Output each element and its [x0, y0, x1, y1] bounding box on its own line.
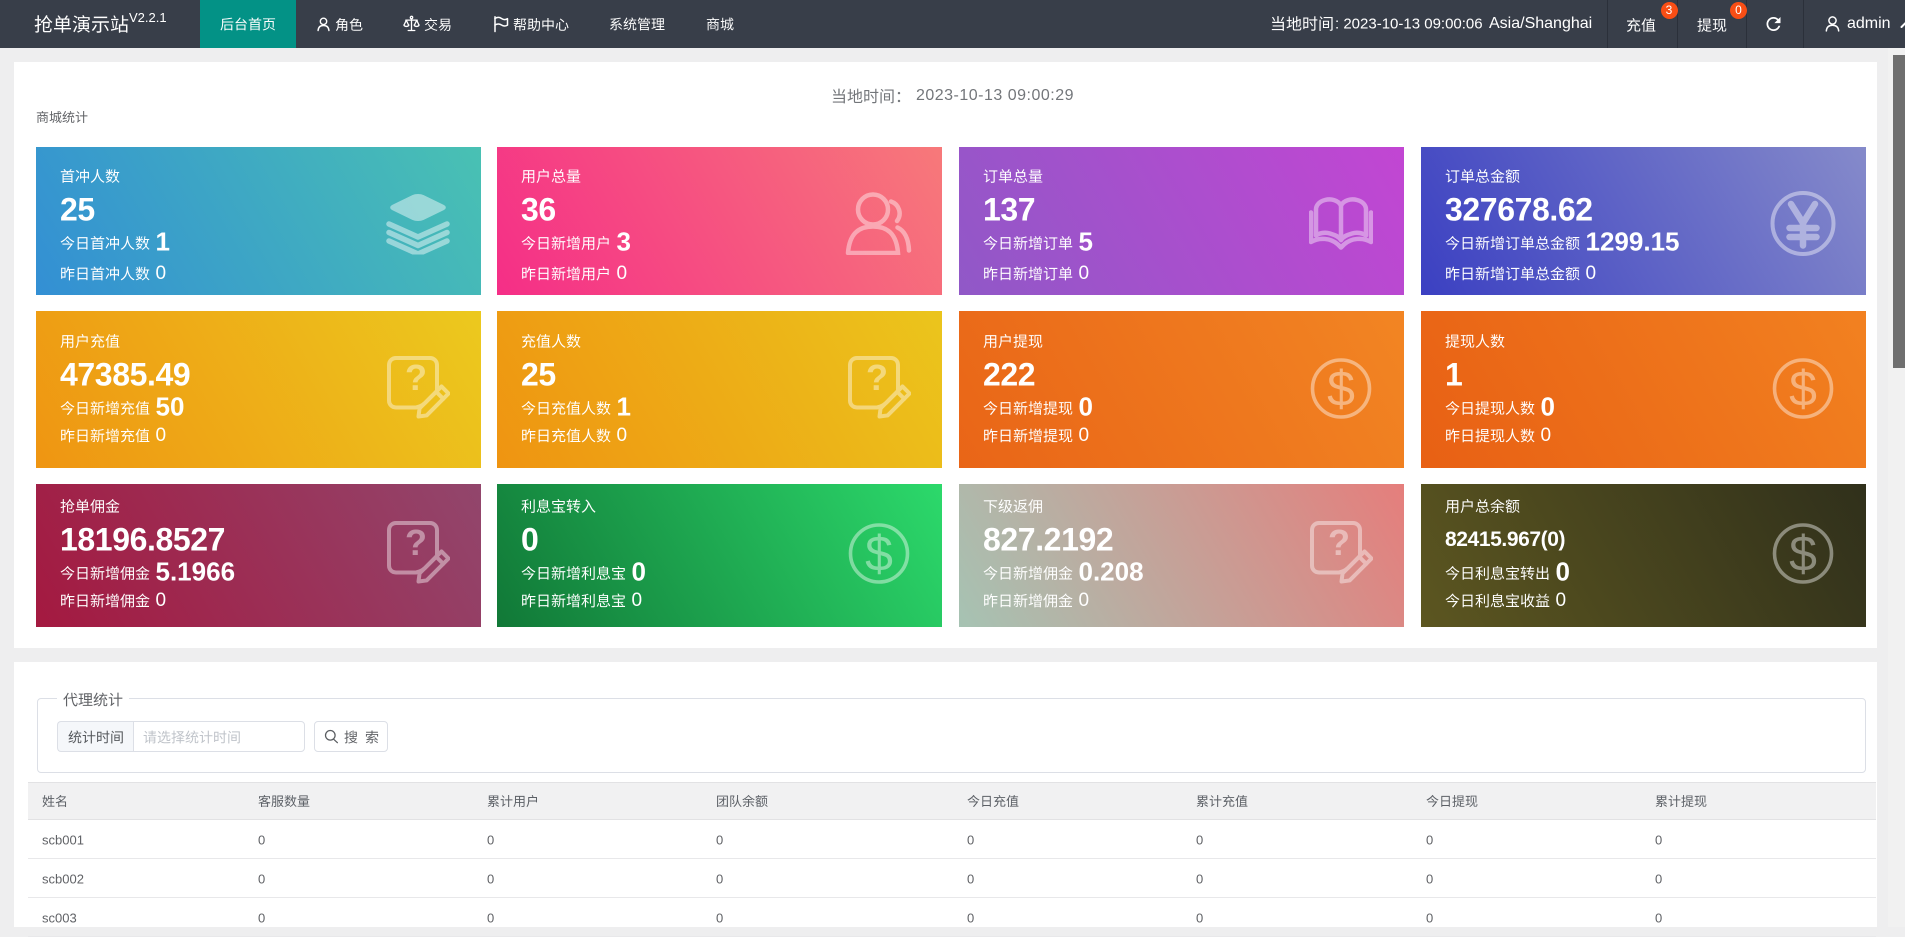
svg-text:$: $: [1789, 525, 1817, 581]
svg-text:$: $: [865, 525, 893, 581]
svg-text:$: $: [1789, 360, 1817, 416]
svg-text:?: ?: [405, 522, 427, 563]
svg-text:$: $: [1327, 360, 1355, 416]
svg-text:?: ?: [1328, 522, 1350, 563]
svg-text:?: ?: [405, 357, 427, 398]
svg-text:?: ?: [866, 357, 888, 398]
